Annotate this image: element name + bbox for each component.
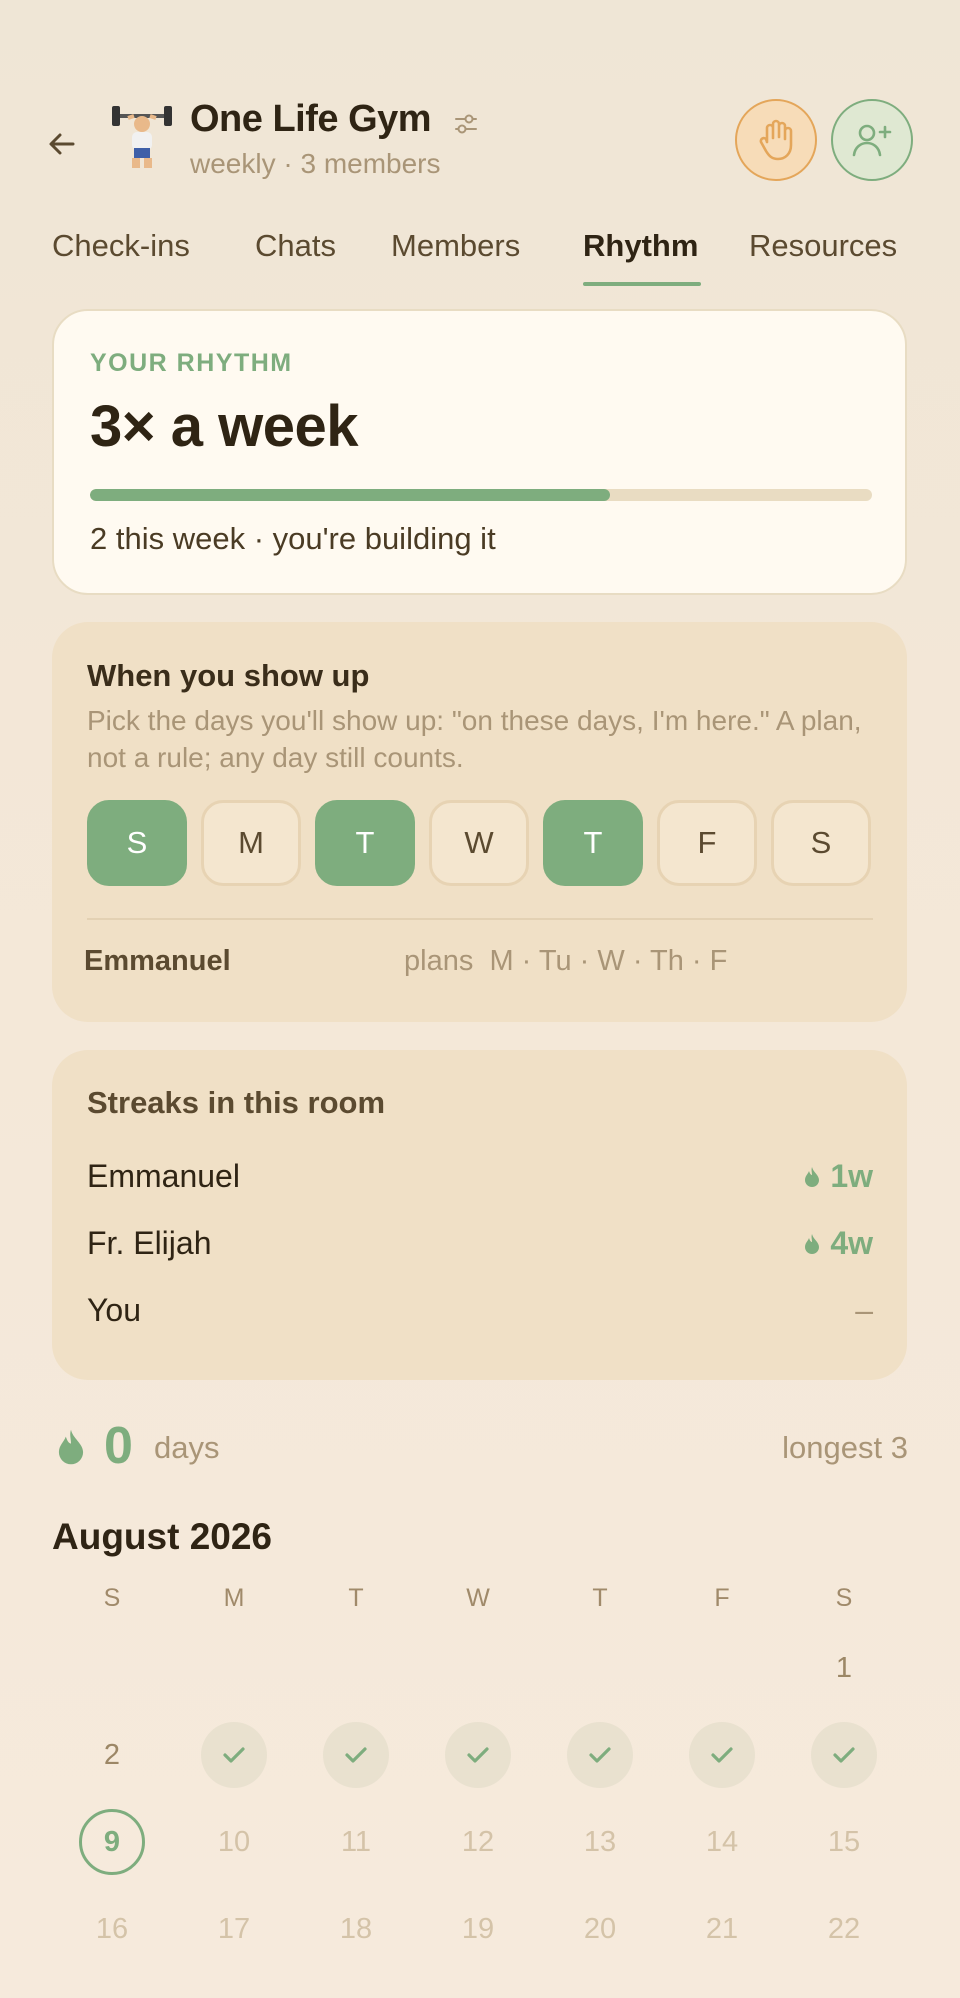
group-title: One Life Gym xyxy=(190,98,432,140)
streak-value: 4w xyxy=(804,1225,873,1262)
flame-icon xyxy=(58,1429,84,1465)
longest-streak: longest 3 xyxy=(782,1430,908,1465)
rhythm-caption: 2 this week · you're building it xyxy=(90,521,496,556)
weekday-header: S xyxy=(103,1584,121,1612)
raised-hand-icon xyxy=(759,119,793,161)
streak-row: Emmanuel 1w xyxy=(87,1158,873,1202)
group-subtitle: weekly · 3 members xyxy=(190,148,441,179)
add-member-button[interactable] xyxy=(831,99,913,181)
weightlifter-icon xyxy=(112,104,172,170)
day-toggle-sun[interactable]: S xyxy=(87,800,187,886)
streak-member-name: Emmanuel xyxy=(87,1158,240,1194)
calendar-day[interactable]: 14 xyxy=(689,1809,755,1875)
show-up-description: Pick the days you'll show up: "on these … xyxy=(87,705,862,773)
tab-bar: Check-ins Chats Members Rhythm Resources xyxy=(52,228,912,292)
weekday-header: T xyxy=(348,1584,364,1612)
calendar-day[interactable]: 11 xyxy=(323,1809,389,1875)
calendar-day[interactable] xyxy=(689,1722,755,1788)
day-toggle-sat[interactable]: S xyxy=(771,800,871,886)
streak-member-name: You xyxy=(87,1292,141,1328)
calendar-day[interactable]: 1 xyxy=(811,1635,877,1701)
member-plan-name: Emmanuel xyxy=(84,945,231,977)
weekday-header: S xyxy=(835,1584,853,1612)
day-toggle-fri[interactable]: F xyxy=(657,800,757,886)
group-settings-button[interactable] xyxy=(452,110,480,138)
calendar-month-title: August 2026 xyxy=(52,1516,273,1557)
calendar-day[interactable]: 15 xyxy=(811,1809,877,1875)
check-icon xyxy=(711,1747,733,1763)
show-up-card: When you show up Pick the days you'll sh… xyxy=(52,622,907,1022)
streak-count: 0 xyxy=(104,1417,133,1475)
raise-hand-button[interactable] xyxy=(735,99,817,181)
current-streak-summary: 0 days longest 3 xyxy=(56,1417,908,1478)
streak-member-name: Fr. Elijah xyxy=(87,1225,212,1261)
calendar-day[interactable] xyxy=(811,1722,877,1788)
calendar-day[interactable]: 21 xyxy=(689,1896,755,1962)
check-icon xyxy=(467,1747,489,1763)
calendar-day[interactable] xyxy=(323,1722,389,1788)
check-icon xyxy=(345,1747,367,1763)
day-toggle-thu[interactable]: T xyxy=(543,800,643,886)
calendar-day[interactable]: 17 xyxy=(201,1896,267,1962)
calendar-day[interactable] xyxy=(445,1722,511,1788)
calendar-day[interactable]: 19 xyxy=(445,1896,511,1962)
active-tab-indicator xyxy=(583,282,701,286)
rhythm-progress-bar xyxy=(90,489,872,501)
calendar-day[interactable]: 20 xyxy=(567,1896,633,1962)
calendar-day[interactable]: 2 xyxy=(79,1722,145,1788)
streaks-card: Streaks in this room Emmanuel 1w Fr. Eli… xyxy=(52,1050,907,1380)
add-user-icon xyxy=(852,124,892,157)
divider xyxy=(87,918,873,920)
rhythm-progress-fill xyxy=(90,489,611,501)
show-up-title: When you show up xyxy=(87,658,370,693)
calendar-day[interactable]: 10 xyxy=(201,1809,267,1875)
streaks-title: Streaks in this room xyxy=(87,1085,386,1120)
calendar-day[interactable]: 22 xyxy=(811,1896,877,1962)
weekday-header: W xyxy=(466,1584,490,1612)
calendar-day-today[interactable]: 9 xyxy=(79,1809,145,1875)
weekday-header: M xyxy=(223,1584,245,1612)
sliders-icon xyxy=(455,114,477,134)
streak-value-text: – xyxy=(855,1292,873,1328)
weekday-header: F xyxy=(714,1584,730,1612)
streak-value-text: 4w xyxy=(830,1225,873,1261)
header: One Life Gym weekly · 3 members xyxy=(0,0,960,200)
calendar-day[interactable]: 16 xyxy=(79,1896,145,1962)
back-button[interactable] xyxy=(40,122,84,166)
day-toggle-wed[interactable]: W xyxy=(429,800,529,886)
rhythm-card: YOUR RHYTHM 3× a week 2 this week · you'… xyxy=(52,309,907,595)
rhythm-goal: 3× a week xyxy=(90,394,359,459)
streak-row: Fr. Elijah 4w xyxy=(87,1225,873,1269)
streak-unit: days xyxy=(154,1430,220,1465)
streak-row: You – xyxy=(87,1292,873,1336)
check-icon xyxy=(223,1747,245,1763)
day-toggle-mon[interactable]: M xyxy=(201,800,301,886)
weekday-header: T xyxy=(592,1584,608,1612)
streak-value: 1w xyxy=(804,1158,873,1195)
calendar-day[interactable] xyxy=(201,1722,267,1788)
flame-icon xyxy=(805,1233,820,1254)
tab-resources[interactable]: Resources xyxy=(749,228,897,288)
back-arrow-icon xyxy=(49,133,75,155)
flame-icon xyxy=(805,1166,820,1187)
check-icon xyxy=(833,1747,855,1763)
check-icon xyxy=(589,1747,611,1763)
streak-value-text: 1w xyxy=(830,1158,873,1194)
day-toggle-tue[interactable]: T xyxy=(315,800,415,886)
tab-check-ins[interactable]: Check-ins xyxy=(52,228,190,288)
day-picker: S M T W T F S xyxy=(87,800,873,888)
rhythm-label: YOUR RHYTHM xyxy=(90,349,293,377)
calendar-day[interactable]: 18 xyxy=(323,1896,389,1962)
tab-chats[interactable]: Chats xyxy=(255,228,336,288)
member-plan-days: plans M · Tu · W · Th · F xyxy=(404,945,728,977)
calendar-day[interactable]: 13 xyxy=(567,1809,633,1875)
calendar-day[interactable] xyxy=(567,1722,633,1788)
calendar-day[interactable]: 12 xyxy=(445,1809,511,1875)
tab-rhythm[interactable]: Rhythm xyxy=(583,228,698,288)
tab-members[interactable]: Members xyxy=(391,228,520,288)
